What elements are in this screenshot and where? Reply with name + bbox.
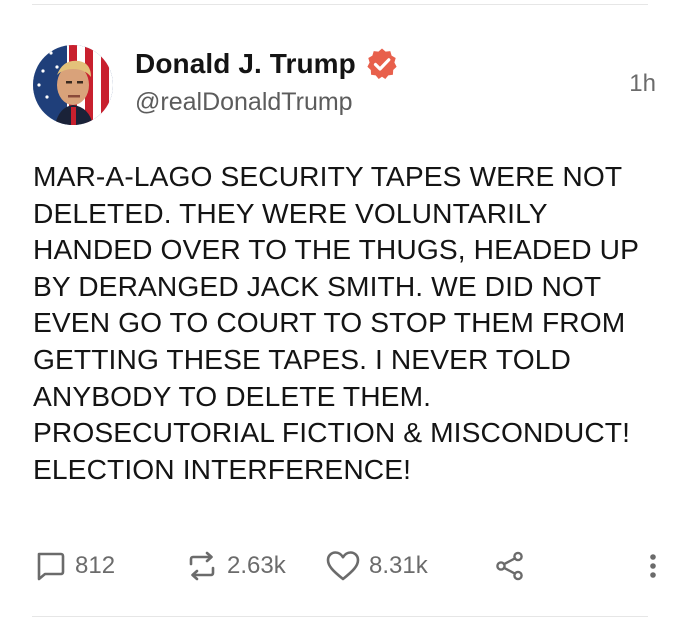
avatar[interactable] bbox=[33, 45, 113, 125]
post-card: Donald J. Trump @realDonaldTrump 1h MAR-… bbox=[0, 0, 680, 619]
share-icon bbox=[496, 551, 523, 581]
repost-count: 2.63k bbox=[227, 552, 286, 579]
author-display-name[interactable]: Donald J. Trump bbox=[135, 48, 356, 80]
post-body: MAR-A-LAGO SECURITY TAPES WERE NOT DELET… bbox=[33, 160, 639, 485]
author-name-row: Donald J. Trump bbox=[135, 44, 399, 84]
post-actions: 812 2.63k 8.31k bbox=[33, 546, 660, 586]
post-header: Donald J. Trump @realDonaldTrump 1h bbox=[33, 42, 664, 126]
avatar-image bbox=[33, 45, 113, 125]
share-button[interactable] bbox=[493, 546, 527, 586]
more-vertical-icon bbox=[650, 554, 656, 578]
top-divider bbox=[32, 4, 648, 5]
heart-icon bbox=[326, 551, 360, 581]
bottom-divider bbox=[32, 616, 648, 617]
like-button[interactable]: 8.31k bbox=[325, 546, 428, 586]
post-timestamp[interactable]: 1h bbox=[629, 70, 656, 98]
repost-icon bbox=[189, 551, 215, 581]
like-count: 8.31k bbox=[369, 552, 428, 579]
reply-button[interactable]: 812 bbox=[33, 546, 115, 586]
author-handle[interactable]: @realDonaldTrump bbox=[135, 88, 353, 117]
more-options-button[interactable] bbox=[646, 546, 660, 586]
reply-count: 812 bbox=[75, 552, 116, 579]
comment-icon bbox=[37, 552, 65, 581]
verified-badge-icon bbox=[367, 48, 397, 79]
repost-button[interactable]: 2.63k bbox=[185, 546, 286, 586]
